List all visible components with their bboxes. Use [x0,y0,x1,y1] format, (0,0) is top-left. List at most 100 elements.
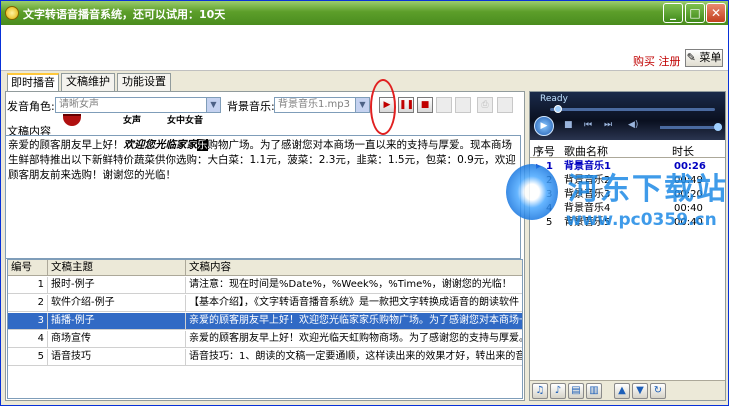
playlist-item[interactable]: 5 背景音乐5 00:40 [530,216,725,230]
cell-content: 亲爱的顾客朋友早上好！欢迎光临天虹购物商场。为了感谢您的支持与厚爱。我 [186,331,522,348]
app-icon [5,6,19,20]
move-down-button[interactable]: ▼ [632,383,648,399]
playlist-item[interactable]: 3 背景音乐3 00:20 [530,188,725,202]
column-header-content[interactable]: 文稿内容 [186,260,522,276]
menu-label: 菜单 [699,51,722,64]
cell-topic: 语音技巧 [48,349,186,366]
move-up-button[interactable]: ▲ [614,383,630,399]
skip-forward-icon: ⏭ [604,120,613,130]
table-row[interactable]: 3 插播-例子 亲爱的顾客朋友早上好！欢迎您光临家家乐购物广场。为了感谢您对本商场一… [8,313,522,330]
maximize-button[interactable]: □ [685,3,705,23]
stop-button[interactable]: ■ [417,97,433,113]
playlist-item[interactable]: 4 背景音乐4 00:40 [530,202,725,216]
script-text-selected: 乐 [197,139,208,151]
refresh-icon: ↻ [653,385,663,396]
script-textarea[interactable]: 亲爱的顾客朋友早上好！欢迎您光临家家乐购物广场。为了感谢您对本商场一直以来的支持… [5,135,521,259]
speaker-icon: ◀) [628,120,639,130]
cell-content: 语音技巧：1、朗读的文稿一定要通顺，这样读出来的效果才好，转出来的音频 [186,349,522,366]
music-select-value: 背景音乐1.mp3 [278,99,350,110]
disabled-button-3[interactable] [497,97,513,113]
playlist-item-name: 背景音乐1 [564,161,611,172]
player-previous-button[interactable]: ⏮ [584,120,592,130]
app-window: 文字转语音播音系统，还可以试用：10天 _ □ ✕ 购买 注册 ✎ 菜单 即时播… [0,0,729,406]
playlist-item-duration: 00:26 [674,161,706,172]
tab-script-maintenance[interactable]: 文稿维护 [61,73,115,91]
cell-number: 4 [8,331,48,348]
voice-select[interactable]: 请晰女声 ▼ [55,97,221,113]
media-player: Ready ▶ ■ ⏮ ⏭ ◀) [530,92,725,140]
cell-topic: 软件介绍-例子 [48,295,186,312]
refresh-button[interactable]: ↻ [650,383,666,399]
skip-back-icon: ⏮ [584,120,593,130]
chevron-down-icon: ▼ [206,98,220,112]
cell-number: 5 [8,349,48,366]
header-area: 购买 注册 ✎ 菜单 [1,25,728,71]
table-row[interactable]: 2 软件介绍-例子 【基本介绍】，《文字转语音播音系统》是一款把文字转换成语音的朗读… [8,295,522,312]
seek-bar[interactable] [550,108,715,111]
menu-button[interactable]: ✎ 菜单 [685,49,723,67]
playlist-item-name: 背景音乐4 [564,203,611,214]
playlist-item-duration: 00:40 [674,217,703,228]
disabled-button-1[interactable] [436,97,452,113]
pause-button[interactable]: ❚❚ [398,97,414,113]
playlist-item-number: 5 [546,217,553,228]
playlist-item-duration: 00:20 [674,189,703,200]
column-header-topic[interactable]: 文稿主题 [48,260,186,276]
cell-content: 亲爱的顾客朋友早上好！欢迎您光临家家乐购物广场。为了感谢您对本商场一直 [186,313,522,330]
playlist-header-duration: 时长 [672,145,694,158]
disabled-button-2[interactable] [455,97,471,113]
voice-icon-label-1: 女声 [123,116,142,126]
current-track-icon: ▸ [536,161,542,172]
cell-number: 3 [8,313,48,330]
playlist-header: 序号 歌曲名称 时长 [530,142,725,158]
playlist-item[interactable]: 2 背景音乐2 00:49 [530,174,725,188]
playlist-item-number: 3 [546,189,553,200]
seek-handle[interactable] [554,105,562,113]
playlist-item-number: 2 [546,175,553,186]
playlist-item[interactable]: ▸ 1 背景音乐1 00:26 [530,160,725,174]
tab-settings[interactable]: 功能设置 [117,73,171,91]
title-bar[interactable]: 文字转语音播音系统，还可以试用：10天 _ □ ✕ [1,1,728,25]
menu-icon: ✎ [686,51,696,64]
player-mute-button[interactable]: ◀) [628,120,638,130]
volume-handle[interactable] [714,123,722,131]
cell-number: 2 [8,295,48,312]
voice-icon-label-2: 女中女音 [167,116,204,126]
playlist-item-duration: 00:49 [674,175,703,186]
playlist-item-name: 背景音乐2 [564,175,611,186]
cell-topic: 插播-例子 [48,313,186,330]
clear-list-button[interactable]: ▥ [586,383,602,399]
voice-select-value: 请晰女声 [59,99,99,110]
tab-instant-broadcast[interactable]: 即时播音 [7,73,59,92]
disk-icon: ⎙ [481,100,489,110]
remove-music-button[interactable]: ♪ [550,383,566,399]
player-next-button[interactable]: ⏭ [604,120,612,130]
music-select[interactable]: 背景音乐1.mp3 ▼ [274,97,370,113]
player-play-button[interactable]: ▶ [534,116,554,136]
close-button[interactable]: ✕ [706,3,726,23]
open-folder-button[interactable]: ▤ [568,383,584,399]
remove-music-icon: ♪ [554,385,562,396]
pause-icon: ❚❚ [399,100,415,110]
voice-label: 发音角色: [7,100,55,113]
player-status: Ready [540,94,568,104]
music-panel: Ready ▶ ■ ⏮ ⏭ ◀) 序号 歌曲名称 时长 ▸ 1 背景音乐1 00:26… [529,91,726,401]
save-audio-button[interactable]: ⎙ [477,97,493,113]
player-stop-button[interactable]: ■ [564,120,573,130]
folder-icon: ▤ [571,385,581,396]
playlist-toolbar: ♫ ♪ ▤ ▥ ▲ ▼ ↻ [530,380,725,400]
add-music-button[interactable]: ♫ [532,383,548,399]
playlist-item-name: 背景音乐5 [564,217,611,228]
table-row[interactable]: 4 商场宣传 亲爱的顾客朋友早上好！欢迎光临天虹购物商场。为了感谢您的支持与厚爱。我 [8,331,522,348]
minimize-button[interactable]: _ [663,3,683,23]
buy-register-link[interactable]: 购买 注册 [633,53,681,69]
volume-slider[interactable] [660,126,722,129]
column-header-number[interactable]: 编号 [8,260,48,276]
playlist-header-number: 序号 [533,145,555,158]
table-row[interactable]: 5 语音技巧 语音技巧：1、朗读的文稿一定要通顺，这样读出来的效果才好，转出来的音频 [8,349,522,366]
stop-icon: ■ [420,100,430,110]
cell-content: 请注意：现在时间是%Date%，%Week%，%Time%，谢谢您的光临！ [186,277,522,294]
cell-content: 【基本介绍】，《文字转语音播音系统》是一款把文字转换成语音的朗读软件 [186,295,522,312]
script-table[interactable]: 编号 文稿主题 文稿内容 1 报时-例子 请注意：现在时间是%Date%，%Week… [7,259,523,399]
table-row[interactable]: 1 报时-例子 请注意：现在时间是%Date%，%Week%，%Time%，谢谢您的… [8,277,522,294]
